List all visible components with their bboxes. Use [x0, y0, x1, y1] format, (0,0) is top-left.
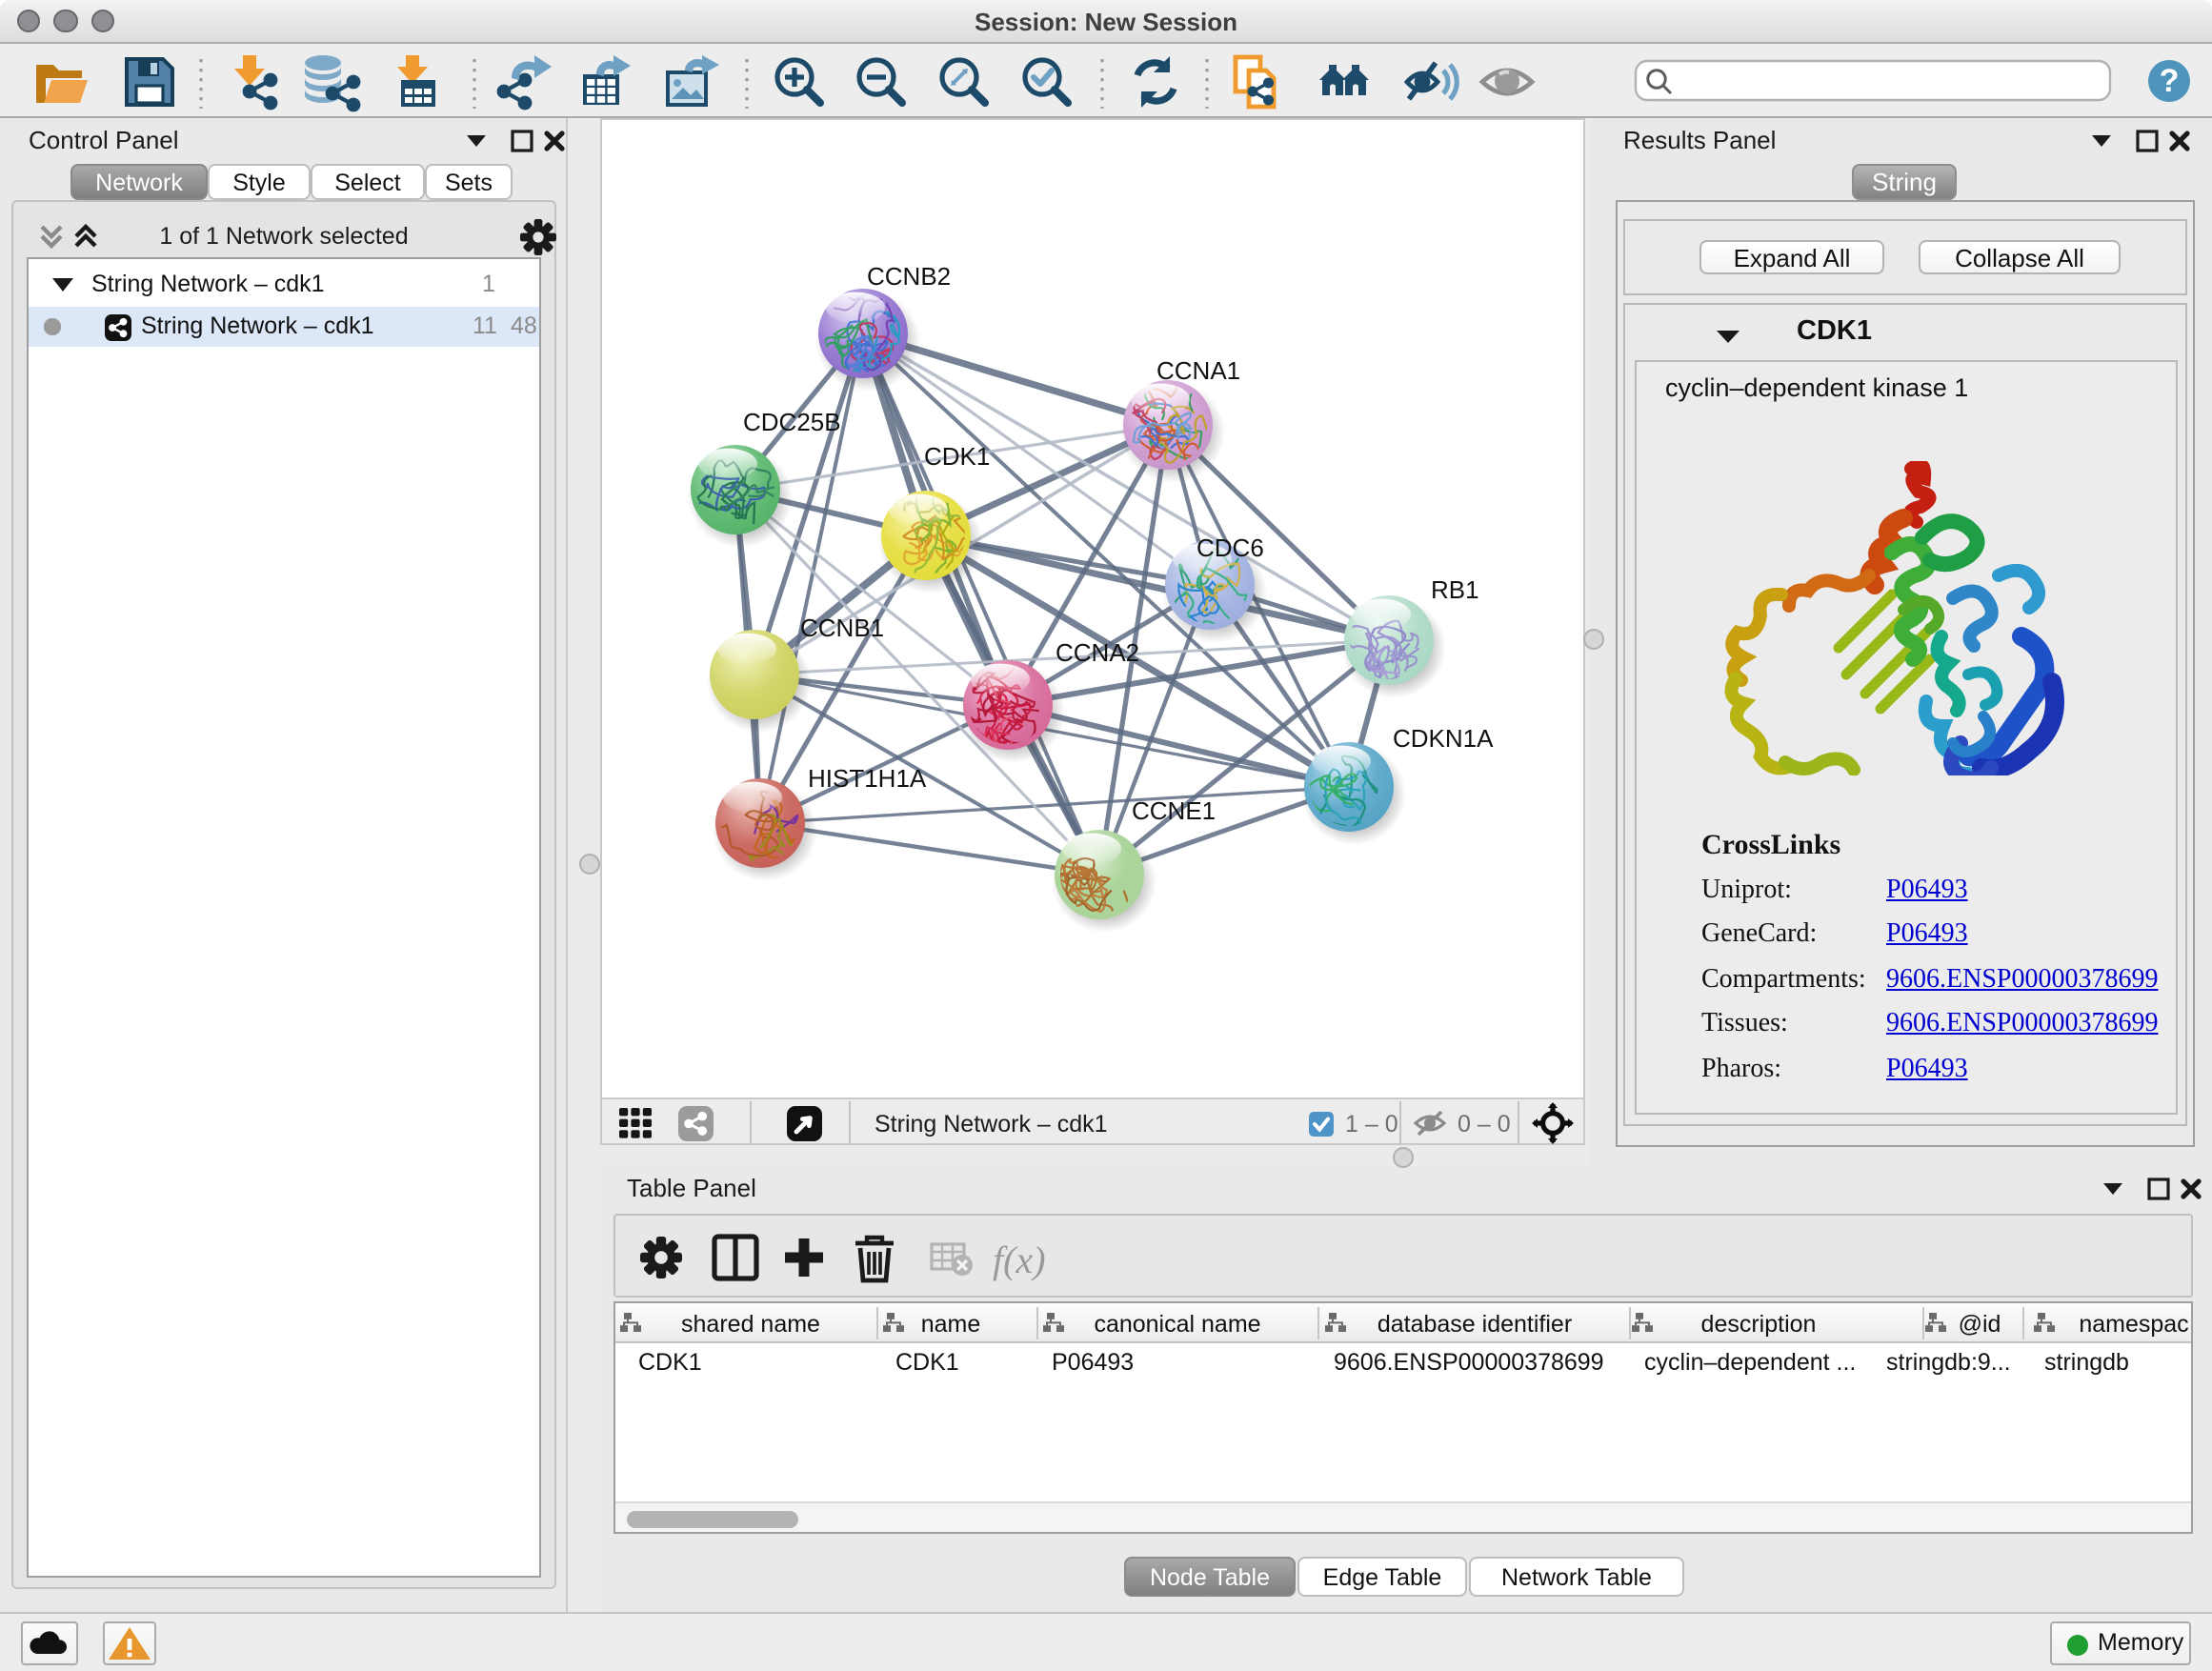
- svg-text:HIST1H1A: HIST1H1A: [808, 764, 927, 793]
- svg-text:0 – 0: 0 – 0: [1458, 1110, 1511, 1137]
- svg-text:name: name: [921, 1311, 981, 1338]
- svg-text:canonical name: canonical name: [1094, 1311, 1260, 1338]
- svg-text:f(x): f(x): [993, 1238, 1046, 1280]
- svg-text:CCNA1: CCNA1: [1156, 356, 1240, 385]
- svg-text:1 – 0: 1 – 0: [1345, 1110, 1398, 1137]
- svg-text:@id: @id: [1959, 1311, 2001, 1338]
- svg-text:CCNE1: CCNE1: [1132, 796, 1216, 825]
- svg-text:CDKN1A: CDKN1A: [1393, 724, 1494, 753]
- svg-text:RB1: RB1: [1431, 575, 1479, 604]
- svg-text:String Network – cdk1: String Network – cdk1: [875, 1110, 1108, 1137]
- svg-text:CCNB1: CCNB1: [800, 614, 884, 642]
- svg-text:CCNB2: CCNB2: [867, 262, 951, 291]
- svg-text:description: description: [1701, 1311, 1817, 1338]
- svg-text:CDC6: CDC6: [1196, 534, 1264, 562]
- svg-text:?: ?: [2160, 62, 2180, 98]
- svg-text:shared name: shared name: [681, 1311, 820, 1338]
- svg-text:database identifier: database identifier: [1377, 1311, 1572, 1338]
- svg-text:CCNA2: CCNA2: [1056, 638, 1139, 667]
- svg-text:CDK1: CDK1: [924, 442, 990, 471]
- svg-text:CDC25B: CDC25B: [743, 408, 841, 436]
- svg-text:namespac: namespac: [2079, 1311, 2188, 1338]
